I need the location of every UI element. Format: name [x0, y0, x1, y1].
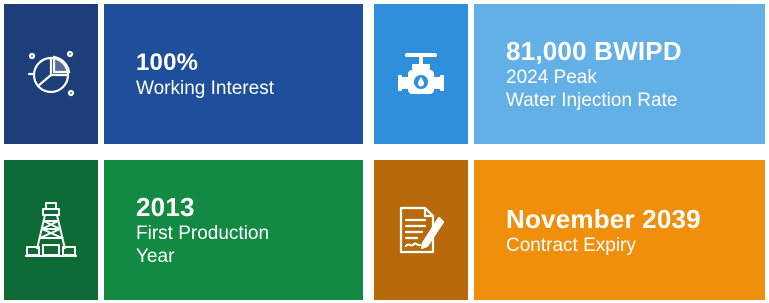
icon-tile: [4, 4, 98, 144]
stat-label-line: First Production: [136, 223, 270, 244]
stat-label-line: Working Interest: [136, 77, 274, 99]
stat-label-line: 2024 Peak: [506, 67, 597, 88]
stat-text: 2013 First Production Year: [104, 160, 363, 300]
contract-document-icon: [395, 202, 447, 258]
first-production-card: 2013 First Production Year: [4, 160, 363, 300]
drilling-rig-icon: [24, 201, 78, 259]
icon-tile: [374, 4, 468, 144]
stat-value: 2013: [136, 192, 195, 222]
stat-value: 81,000 BWIPD: [506, 36, 682, 66]
icon-tile: [4, 160, 98, 300]
stat-value: November 2039: [506, 203, 701, 234]
contract-expiry-card: November 2039 Contract Expiry: [374, 160, 765, 300]
stat-text: November 2039 Contract Expiry: [474, 160, 765, 300]
stat-label-line: Year: [136, 246, 175, 267]
working-interest-card: 100% Working Interest: [4, 4, 363, 144]
icon-tile: [374, 160, 468, 300]
water-injection-rate-card: 81,000 BWIPD 2024 Peak Water Injection R…: [374, 4, 765, 144]
stat-label-line: Contract Expiry: [506, 234, 636, 256]
stat-label-line: Water Injection Rate: [506, 90, 678, 111]
stat-text: 81,000 BWIPD 2024 Peak Water Injection R…: [474, 4, 765, 144]
stat-value: 100%: [136, 48, 199, 76]
valve-icon: [395, 48, 447, 100]
stat-text: 100% Working Interest: [104, 4, 363, 144]
pie-chart-icon: [25, 48, 77, 100]
